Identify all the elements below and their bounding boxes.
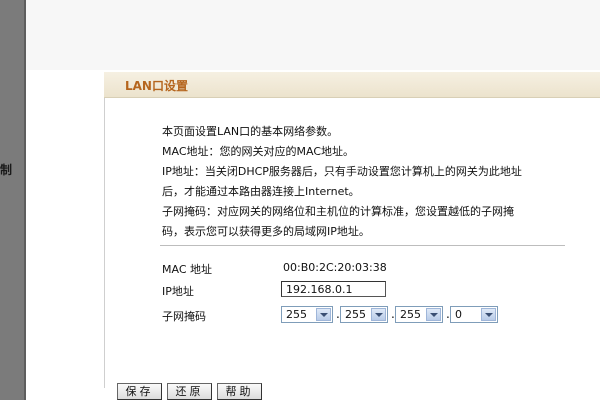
save-button[interactable]: 保存 [117, 383, 162, 400]
subnet-mask-label: 子网掩码 [162, 310, 206, 323]
subnet-mask-octet-1-value: 255 [286, 308, 307, 321]
section-title: LAN口设置 [125, 79, 188, 93]
subnet-mask-octet-4-value: 0 [455, 308, 462, 321]
subnet-mask-octet-2-value: 255 [345, 308, 366, 321]
chevron-down-icon[interactable] [426, 308, 441, 321]
mac-address-value: 00:B0:2C:20:03:38 [283, 261, 387, 274]
subnet-mask-octet-4-select[interactable]: 0 [450, 306, 498, 323]
divider [160, 245, 565, 246]
subnet-mask-octet-3-value: 255 [400, 308, 421, 321]
mac-address-label: MAC 地址 [162, 263, 212, 276]
description: 本页面设置LAN口的基本网络参数。 MAC地址：您的网关对应的MAC地址。 IP… [162, 122, 582, 242]
restore-button[interactable]: 还原 [167, 383, 212, 400]
subnet-mask-octet-1-select[interactable]: 255 [281, 306, 333, 323]
subnet-mask-octet-2-select[interactable]: 255 [340, 306, 388, 323]
sidebar-partial-label: 制 [0, 163, 13, 177]
description-line: 码，表示您可以获得更多的局域网IP地址。 [162, 225, 370, 238]
chevron-down-icon[interactable] [371, 308, 386, 321]
ip-address-label: IP地址 [162, 285, 194, 298]
description-line: MAC地址：您的网关对应的MAC地址。 [162, 145, 355, 158]
ip-address-input[interactable] [281, 281, 386, 297]
chevron-down-icon[interactable] [316, 308, 331, 321]
description-line: IP地址：当关闭DHCP服务器后，只有手动设置您计算机上的网关为此地址 [162, 165, 522, 178]
description-line: 后，才能通过本路由器连接上Internet。 [162, 185, 360, 198]
subnet-mask-octet-3-select[interactable]: 255 [395, 306, 443, 323]
help-button[interactable]: 帮助 [217, 383, 262, 400]
section-header: LAN口设置 [104, 72, 600, 98]
description-line: 子网掩码：对应网关的网络位和主机位的计算标准，您设置越低的子网掩 [162, 205, 514, 218]
sidebar [0, 0, 26, 400]
description-line: 本页面设置LAN口的基本网络参数。 [162, 125, 339, 138]
top-band [26, 0, 600, 70]
chevron-down-icon[interactable] [481, 308, 496, 321]
